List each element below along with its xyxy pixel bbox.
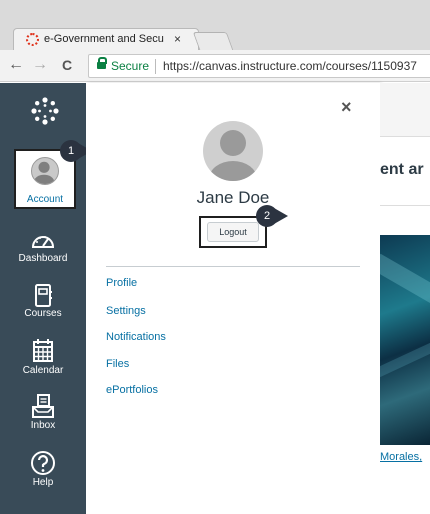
lock-icon (97, 61, 106, 71)
back-arrow-icon[interactable]: ← (8, 56, 24, 74)
reload-icon[interactable]: C (62, 56, 72, 74)
browser-tab-strip: e-Government and Secu × (0, 0, 430, 52)
nav-label-calendar: Calendar (0, 365, 86, 376)
tray-link-profile[interactable]: Profile (106, 277, 137, 289)
nav-label-courses: Courses (0, 308, 86, 319)
nav-label-help: Help (0, 477, 86, 488)
tray-divider (106, 266, 360, 267)
step-callout-2: 2 (256, 205, 278, 227)
course-title-fragment: ent ar (380, 161, 424, 179)
nav-item-dashboard[interactable]: Dashboard (0, 227, 86, 283)
browser-toolbar: ← → C Secure https://canvas.instructure.… (0, 50, 430, 82)
tray-link-settings[interactable]: Settings (106, 305, 146, 317)
nav-item-help[interactable]: Help (0, 449, 86, 505)
tab-title: e-Government and Secu (44, 33, 169, 45)
nav-item-courses[interactable]: Courses (0, 282, 86, 338)
image-credit-link[interactable]: Morales, (380, 451, 422, 463)
course-page-background: ent ar Morales, (380, 83, 430, 514)
tray-link-notifications[interactable]: Notifications (106, 331, 166, 343)
address-bar[interactable]: Secure https://canvas.instructure.com/co… (88, 54, 430, 78)
nav-item-inbox[interactable]: Inbox (0, 392, 86, 448)
canvas-logo-icon[interactable] (30, 96, 60, 126)
dashboard-icon (29, 227, 57, 255)
site-favicon-icon (26, 33, 39, 46)
inbox-icon (29, 392, 57, 420)
nav-item-calendar[interactable]: Calendar (0, 337, 86, 393)
course-banner-image (380, 235, 430, 445)
user-name: Jane Doe (86, 188, 380, 208)
account-tray: × Jane Doe Logout Profile Settings Notif… (86, 83, 380, 514)
forward-arrow-icon[interactable]: → (32, 56, 48, 74)
courses-icon (29, 282, 57, 310)
close-icon[interactable]: × (341, 97, 352, 118)
address-divider (155, 59, 156, 74)
browser-tab[interactable]: e-Government and Secu × (13, 28, 199, 50)
calendar-icon (29, 337, 57, 365)
user-avatar (203, 121, 263, 181)
tab-close-icon[interactable]: × (174, 32, 181, 46)
course-header-bar (380, 83, 430, 137)
nav-label-dashboard: Dashboard (0, 253, 86, 264)
course-divider (380, 205, 430, 206)
new-tab-button[interactable] (193, 32, 234, 50)
account-avatar (31, 157, 59, 185)
secure-label: Secure (111, 59, 149, 73)
tray-link-eportfolios[interactable]: ePortfolios (106, 384, 158, 396)
nav-label-inbox: Inbox (0, 420, 86, 431)
tray-link-files[interactable]: Files (106, 358, 129, 370)
user-silhouette-icon (32, 158, 58, 184)
help-icon (29, 449, 57, 477)
nav-label-account: Account (16, 194, 74, 205)
url-text[interactable]: https://canvas.instructure.com/courses/1… (163, 59, 417, 73)
user-silhouette-icon (203, 121, 263, 181)
step-callout-1: 1 (60, 140, 82, 162)
logout-button[interactable]: Logout (207, 222, 259, 242)
